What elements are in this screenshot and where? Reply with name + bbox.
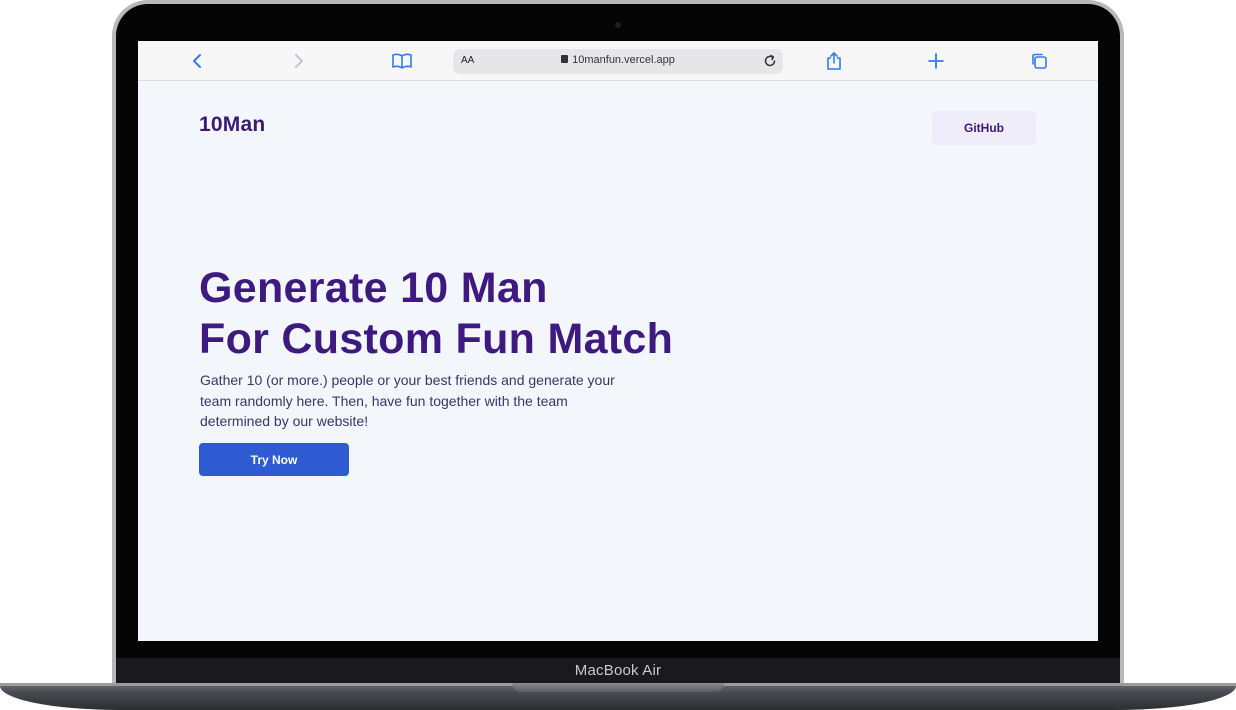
reload-icon[interactable] <box>763 54 777 73</box>
address-bar[interactable]: AA 10manfun.vercel.app <box>453 49 783 74</box>
github-button[interactable]: GitHub <box>932 111 1036 145</box>
hero-title-line-2: For Custom Fun Match <box>199 315 674 363</box>
hero-title: Generate 10 Man For Custom Fun Match <box>199 263 673 365</box>
book-icon[interactable] <box>392 51 412 71</box>
screen: AA 10manfun.vercel.app 10Man GitHub Gene… <box>138 41 1098 641</box>
url-text: 10manfun.vercel.app <box>572 54 675 66</box>
plus-icon[interactable] <box>926 51 946 71</box>
tabs-icon[interactable] <box>1029 51 1049 71</box>
browser-toolbar: AA 10manfun.vercel.app <box>138 41 1098 81</box>
camera-icon <box>615 22 621 28</box>
chevron-left-icon[interactable] <box>187 51 207 71</box>
hero-description: Gather 10 (or more.) people or your best… <box>200 372 615 429</box>
site-logo[interactable]: 10Man <box>199 113 265 137</box>
chevron-right-icon[interactable] <box>289 51 309 71</box>
url-display: 10manfun.vercel.app <box>453 54 783 66</box>
share-icon[interactable] <box>824 51 844 71</box>
lock-icon <box>561 55 569 63</box>
device-brand-label: MacBook Air <box>574 662 662 679</box>
hero-title-line-1: Generate 10 Man <box>199 264 548 312</box>
try-now-button[interactable]: Try Now <box>199 443 349 476</box>
laptop-opening-notch <box>512 683 724 692</box>
